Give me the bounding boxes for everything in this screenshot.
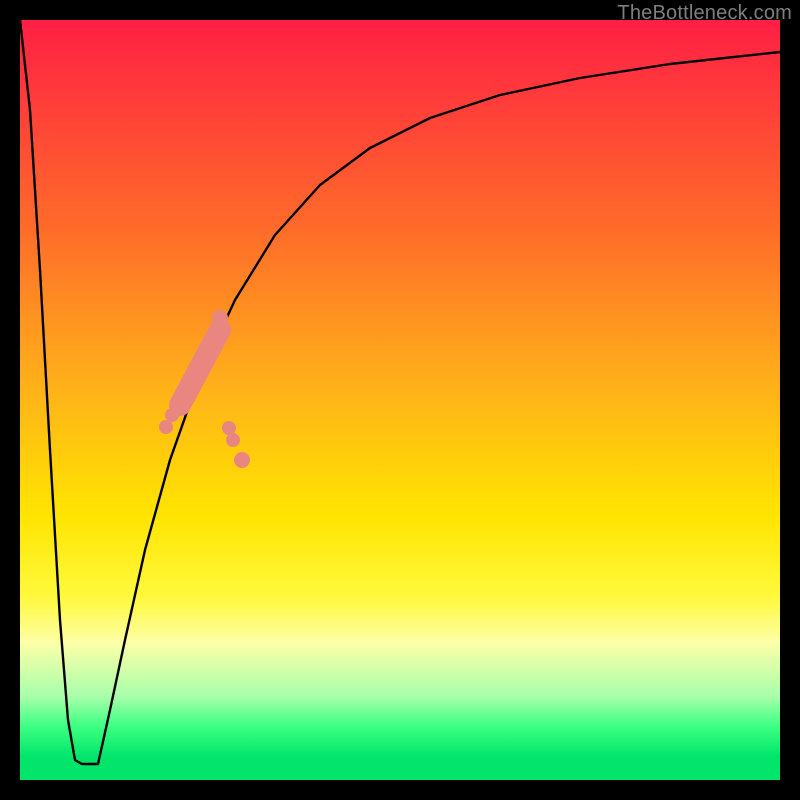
bottleneck-chart: TheBottleneck.com: [0, 0, 800, 800]
dot: [226, 433, 240, 447]
dot: [212, 310, 228, 326]
dot: [159, 420, 173, 434]
highlight-dots: [20, 20, 780, 780]
dot: [234, 452, 250, 468]
dot: [165, 408, 179, 422]
watermark-text: TheBottleneck.com: [617, 2, 792, 25]
